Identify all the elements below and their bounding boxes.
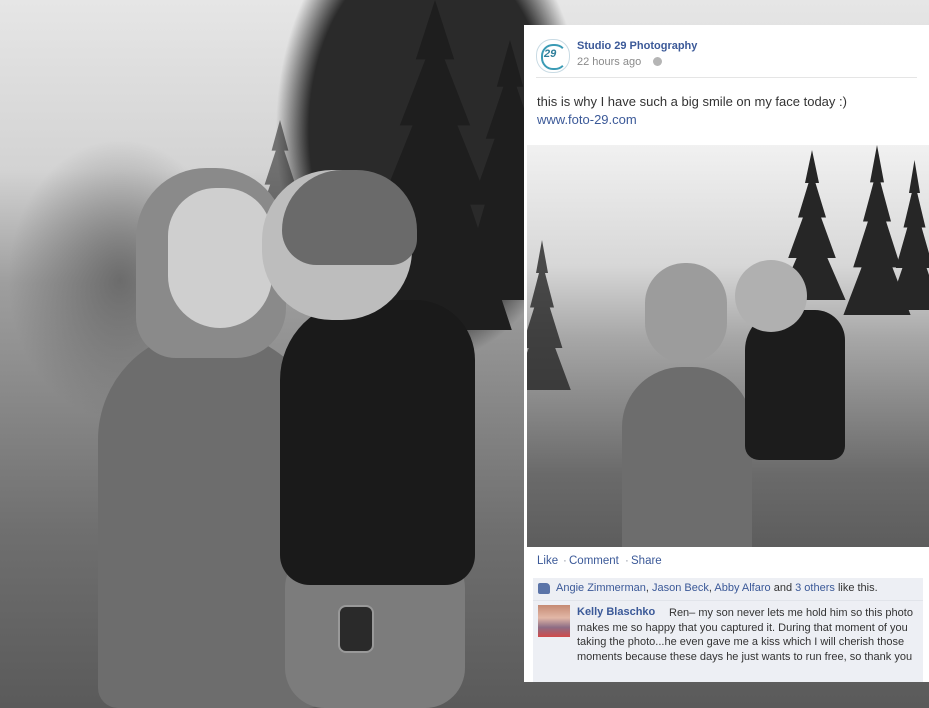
post-actions: Like · Comment · Share (524, 547, 929, 574)
post-message: this is why I have such a big smile on m… (537, 94, 847, 109)
post-header: 29 Studio 29 Photography 22 hours ago (524, 25, 929, 77)
logo-text: 29 (544, 48, 557, 60)
photo-tree (527, 240, 571, 390)
wristwatch (338, 605, 374, 653)
post-photo[interactable] (527, 145, 929, 547)
photo-mother-head (645, 263, 727, 363)
post-card: 29 Studio 29 Photography 22 hours ago th… (524, 25, 929, 682)
comment-link[interactable]: Comment (569, 555, 619, 567)
photo-boy (745, 310, 845, 460)
photo-boy-head (735, 260, 807, 332)
comment-text: Ren– my son never lets me hold him so th… (577, 607, 913, 663)
liker-link[interactable]: Jason Beck (652, 582, 709, 594)
post-timestamp[interactable]: 22 hours ago (577, 56, 641, 68)
comment: Kelly Blaschko Ren– my son never lets me… (533, 601, 923, 682)
liker-link[interactable]: Abby Alfaro (714, 582, 770, 594)
globe-icon (653, 57, 662, 66)
liker-link[interactable]: Angie Zimmerman (556, 582, 646, 594)
thumbs-up-icon (538, 583, 550, 594)
action-separator: · (563, 555, 567, 567)
likes-and: and (773, 582, 793, 594)
page-name-link[interactable]: Studio 29 Photography (577, 40, 697, 52)
commenter-avatar[interactable] (538, 605, 570, 637)
mother-face (168, 188, 272, 328)
post-link[interactable]: www.foto-29.com (537, 112, 637, 127)
boy-figure (280, 300, 475, 585)
divider (536, 77, 917, 78)
others-link[interactable]: 3 others (795, 582, 835, 594)
like-link[interactable]: Like (537, 555, 558, 567)
page-avatar[interactable]: 29 (536, 39, 570, 73)
share-link[interactable]: Share (631, 555, 662, 567)
likes-summary: Angie Zimmerman, Jason Beck, Abby Alfaro… (533, 578, 923, 601)
likes-text: Angie Zimmerman, Jason Beck, Abby Alfaro… (556, 582, 878, 594)
action-separator: · (625, 555, 629, 567)
photo-mother (622, 367, 752, 547)
likes-suffix: like this. (837, 582, 878, 594)
